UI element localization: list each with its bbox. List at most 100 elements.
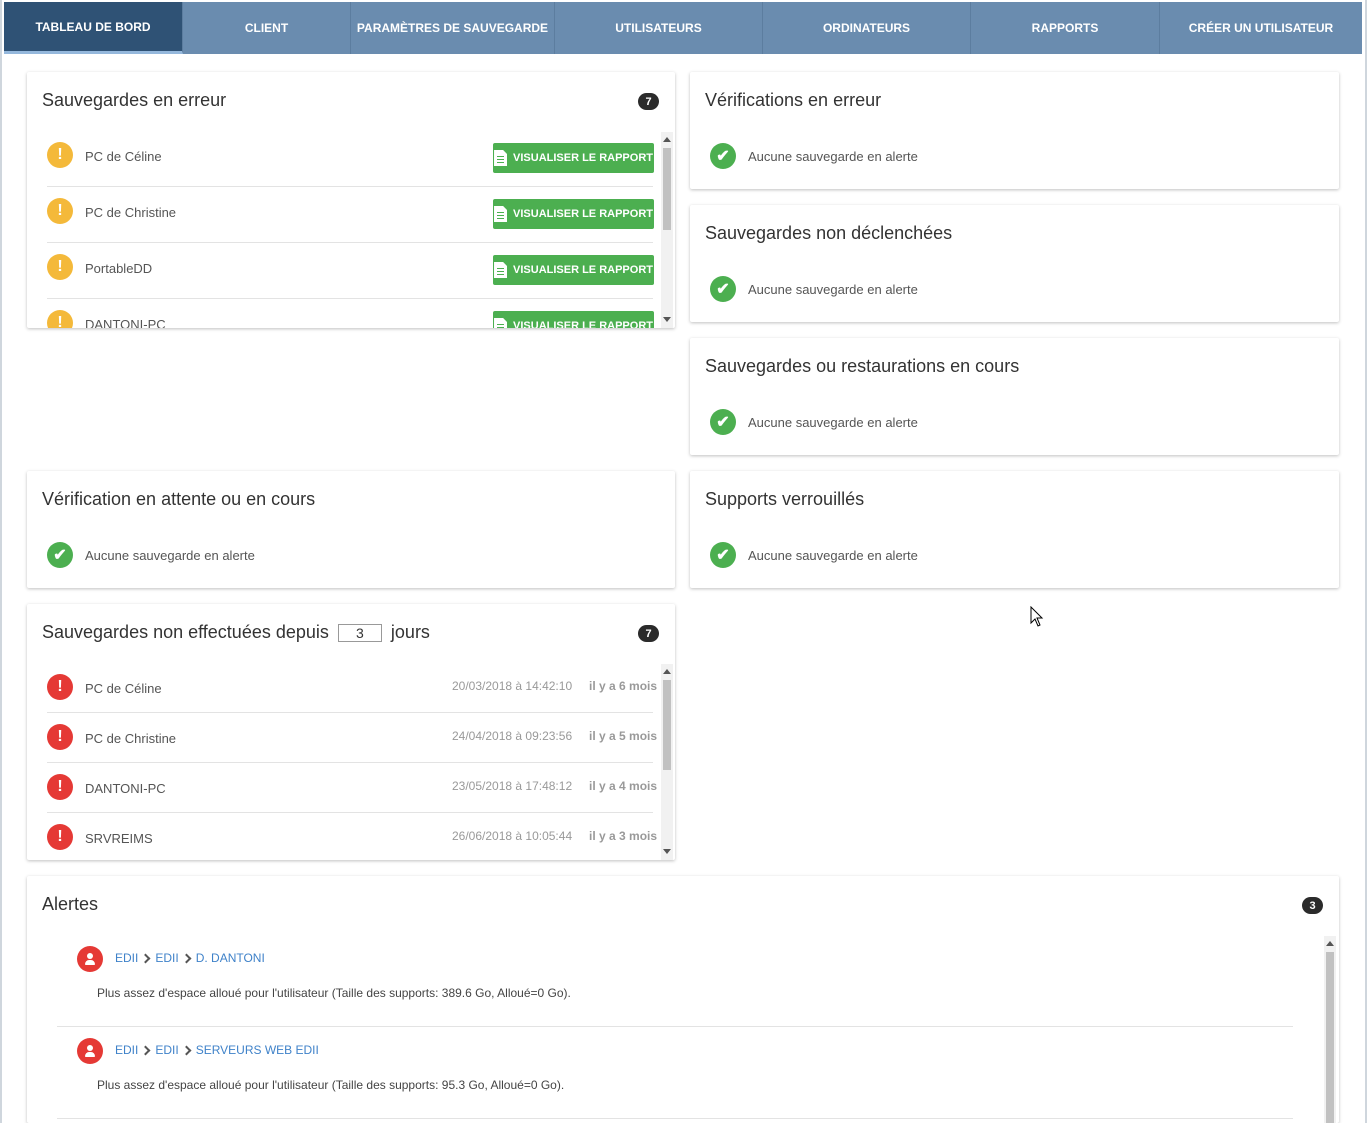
count-badge: 3: [1302, 897, 1323, 914]
card-title: Sauvegardes non effectuées depuis 3 jour…: [42, 622, 430, 643]
list-item-name: SRVREIMS: [85, 831, 153, 846]
exclamation-icon: !: [47, 674, 73, 700]
chevron-right-icon: [181, 953, 192, 963]
check-icon: ✔: [710, 409, 736, 435]
user-icon: [77, 1038, 103, 1064]
check-icon: ✔: [710, 542, 736, 568]
last-backup-date: 26/06/2018 à 10:05:44: [452, 829, 573, 843]
chevron-right-icon: [181, 1045, 192, 1055]
exclamation-icon: !: [47, 824, 73, 850]
exclamation-icon: !: [47, 254, 73, 280]
tab-client[interactable]: CLIENT: [183, 2, 351, 54]
scrollbar[interactable]: [661, 664, 673, 860]
tab-ordinateurs[interactable]: ORDINATEURS: [763, 2, 971, 54]
list-item-name: DANTONI-PC: [85, 317, 166, 328]
card-title: Sauvegardes en erreur: [42, 90, 227, 110]
list-item-name: PC de Christine: [85, 205, 177, 220]
not-done-card: Sauvegardes non effectuées depuis 3 jour…: [27, 604, 675, 860]
document-icon: [494, 150, 508, 166]
card-title: Alertes: [42, 894, 99, 914]
status-message: Aucune sauvegarde en alerte: [748, 548, 918, 563]
time-ago: il y a 3 mois: [589, 829, 658, 843]
check-icon: ✔: [710, 143, 736, 169]
divider: [57, 1118, 1293, 1119]
breadcrumb: EDII EDII D. DANTONI: [115, 951, 265, 965]
breadcrumb: EDII EDII SERVEURS WEB EDII: [115, 1043, 319, 1057]
breadcrumb-link[interactable]: EDII: [155, 951, 178, 965]
check-icon: ✔: [710, 276, 736, 302]
chevron-right-icon: [140, 1045, 151, 1055]
card-title: Sauvegardes ou restaurations en cours: [705, 356, 1020, 376]
card-title: Supports verrouillés: [705, 489, 865, 509]
alerts-list: EDII EDII D. DANTONI Plus assez d'espace…: [27, 936, 1339, 1123]
last-backup-date: 24/04/2018 à 09:23:56: [452, 729, 573, 743]
card-title: Vérification en attente ou en cours: [42, 489, 316, 509]
view-report-button[interactable]: VISUALISER LE RAPPORT: [493, 255, 654, 285]
alert-message: Plus assez d'espace alloué pour l'utilis…: [97, 986, 571, 1000]
days-input[interactable]: 3: [337, 624, 382, 643]
divider: [47, 298, 653, 299]
exclamation-icon: !: [47, 310, 73, 328]
chevron-right-icon: [140, 953, 151, 963]
scroll-thumb[interactable]: [1326, 952, 1334, 1123]
tab-utilisateurs[interactable]: UTILISATEURS: [555, 2, 763, 54]
divider: [47, 812, 653, 813]
card-title: Sauvegardes non déclenchées: [705, 223, 953, 243]
divider: [47, 242, 653, 243]
scrollbar[interactable]: [661, 132, 673, 328]
top-nav: TABLEAU DE BORD CLIENT PARAMÈTRES DE SAU…: [4, 2, 1362, 54]
document-icon: [494, 206, 508, 222]
status-message: Aucune sauvegarde en alerte: [748, 415, 918, 430]
exclamation-icon: !: [47, 198, 73, 224]
view-report-button[interactable]: VISUALISER LE RAPPORT: [493, 199, 654, 229]
time-ago: il y a 5 mois: [589, 729, 658, 743]
divider: [57, 1026, 1293, 1027]
tab-tableau-de-bord[interactable]: TABLEAU DE BORD: [4, 2, 183, 54]
scroll-up-arrow[interactable]: [663, 137, 671, 142]
mouse-cursor-icon: [1030, 606, 1044, 627]
list-item-name: PC de Christine: [85, 731, 177, 746]
verification-errors-card: Vérifications en erreur ✔ Aucune sauvega…: [690, 72, 1339, 189]
list-item-name: PC de Céline: [85, 681, 162, 696]
view-report-button[interactable]: VISUALISER LE RAPPORT: [493, 143, 654, 173]
status-message: Aucune sauvegarde en alerte: [748, 149, 918, 164]
breadcrumb-link[interactable]: SERVEURS WEB EDII: [196, 1043, 319, 1057]
document-icon: [494, 262, 508, 278]
time-ago: il y a 4 mois: [589, 779, 658, 793]
scrollbar[interactable]: [1324, 936, 1336, 1123]
view-report-button[interactable]: VISUALISER LE RAPPORT: [493, 311, 654, 328]
status-message: Aucune sauvegarde en alerte: [85, 548, 255, 563]
scroll-thumb[interactable]: [663, 680, 671, 770]
tab-rapports[interactable]: RAPPORTS: [971, 2, 1160, 54]
document-icon: [494, 318, 508, 328]
count-badge: 7: [638, 625, 659, 642]
breadcrumb-link[interactable]: EDII: [155, 1043, 178, 1057]
last-backup-date: 20/03/2018 à 14:42:10: [452, 679, 573, 693]
tab-parametres-sauvegarde[interactable]: PARAMÈTRES DE SAUVEGARDE: [351, 2, 555, 54]
user-icon: [77, 946, 103, 972]
count-badge: 7: [638, 93, 659, 110]
last-backup-date: 23/05/2018 à 17:48:12: [452, 779, 573, 793]
breadcrumb-link[interactable]: EDII: [115, 1043, 138, 1057]
scroll-down-arrow[interactable]: [663, 849, 671, 854]
scroll-thumb[interactable]: [663, 148, 671, 230]
scroll-up-arrow[interactable]: [1326, 941, 1334, 946]
breadcrumb-link[interactable]: D. DANTONI: [196, 951, 265, 965]
backup-errors-list: ! PC de Céline VISUALISER LE RAPPORT ! P…: [27, 132, 675, 328]
breadcrumb-link[interactable]: EDII: [115, 951, 138, 965]
list-item-name: DANTONI-PC: [85, 781, 166, 796]
tab-creer-utilisateur[interactable]: CRÉER UN UTILISATEUR: [1160, 2, 1362, 54]
verification-pending-card: Vérification en attente ou en cours ✔ Au…: [27, 471, 675, 588]
list-item-name: PC de Céline: [85, 149, 162, 164]
divider: [47, 712, 653, 713]
not-triggered-card: Sauvegardes non déclenchées ✔ Aucune sau…: [690, 205, 1339, 322]
alerts-card: Alertes 3 EDII EDII D. DANTONI Plus asse…: [27, 876, 1339, 1123]
time-ago: il y a 6 mois: [589, 679, 658, 693]
status-message: Aucune sauvegarde en alerte: [748, 282, 918, 297]
alert-message: Plus assez d'espace alloué pour l'utilis…: [97, 1078, 565, 1092]
locked-media-card: Supports verrouillés ✔ Aucune sauvegarde…: [690, 471, 1339, 588]
not-done-list: ! PC de Céline 20/03/2018 à 14:42:10 il …: [27, 664, 675, 860]
scroll-down-arrow[interactable]: [663, 317, 671, 322]
scroll-up-arrow[interactable]: [663, 669, 671, 674]
divider: [47, 186, 653, 187]
